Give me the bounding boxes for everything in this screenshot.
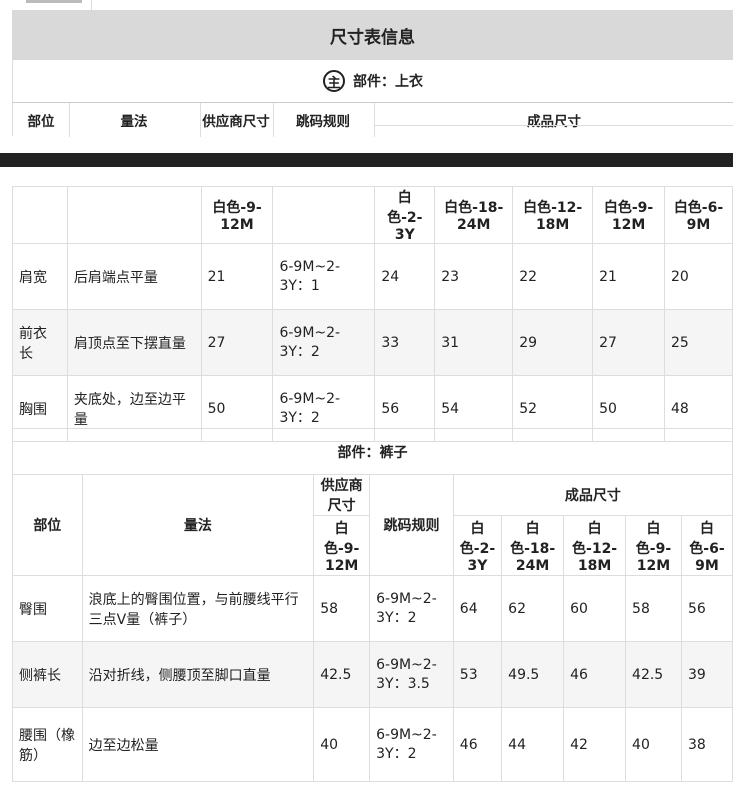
page-title: 尺寸表信息	[330, 27, 415, 48]
size-cell: 49.5	[501, 641, 565, 708]
col-header-supplier: 供应商尺寸	[202, 114, 270, 130]
pants-size-header: 白色-12-18M	[563, 515, 627, 576]
part-cell: 臀围	[12, 575, 83, 642]
shirt-size-header: 白色-9-12M	[592, 186, 666, 244]
pants-table: 部位 量法 供应商尺寸 跳码规则 成品尺寸 白色-9-12M 白色-2-3Y 白…	[12, 474, 733, 782]
table-row: 臀围 浪底上的臀围位置，与前腰线平行三点V量（裤子） 58 6-9M~2-3Y：…	[12, 575, 733, 642]
col-header-rule: 跳码规则	[369, 474, 454, 576]
col-header-method: 量法	[120, 114, 148, 130]
size-cell: 22	[512, 243, 594, 310]
size-cell: 56	[680, 575, 733, 642]
pants-size-header: 白色-18-24M	[501, 515, 565, 576]
shirt-size-header: 白色-2-3Y	[374, 186, 436, 244]
size-cell: 20	[664, 243, 733, 310]
size-cell: 29	[512, 309, 594, 376]
method-cell: 浪底上的臀围位置，与前腰线平行三点V量（裤子）	[81, 575, 315, 642]
top-table-header: 部位 量法 供应商尺寸 跳码规则 成品尺寸	[12, 102, 733, 137]
part-cell: 侧裤长	[12, 641, 83, 708]
size-cell: 64	[452, 575, 503, 642]
size-cell: 23	[434, 243, 514, 310]
section-divider	[0, 153, 733, 167]
col-header-method: 量法	[81, 474, 315, 576]
size-cell: 42	[563, 707, 627, 782]
table-row: 腰围（橡筋） 边至边松量 40 6-9M~2-3Y：2 46 44 42 40 …	[12, 707, 733, 782]
shirt-supplier-size: 白色-9-12M	[200, 186, 274, 244]
shirt-size-header: 白色-6-9M	[664, 186, 733, 244]
size-cell: 40	[625, 707, 682, 782]
size-cell: 39	[680, 641, 733, 708]
size-cell: 25	[664, 309, 733, 376]
size-cell: 46	[452, 707, 503, 782]
part-label-top-text: 部件：上衣	[353, 74, 423, 90]
size-cell: 62	[501, 575, 565, 642]
col-header-finished: 成品尺寸	[452, 474, 733, 516]
size-cell: 31	[434, 309, 514, 376]
pants-size-header: 白色-9-12M	[625, 515, 682, 576]
size-cell: 44	[501, 707, 565, 782]
size-cell: 21	[592, 243, 666, 310]
main-badge-icon: 主	[323, 70, 345, 92]
supplier-cell: 40	[313, 707, 371, 782]
shirt-table: 白色-9-12M 白色-2-3Y 白色-18-24M 白色-12-18M 白色-…	[12, 186, 733, 442]
shirt-header-row: 白色-9-12M 白色-2-3Y 白色-18-24M 白色-12-18M 白色-…	[12, 186, 733, 244]
size-cell: 42.5	[625, 641, 682, 708]
size-cell: 46	[563, 641, 627, 708]
rule-cell: 6-9M~2-3Y：2	[369, 707, 454, 782]
pants-header-row: 部位 量法 供应商尺寸 跳码规则 成品尺寸	[12, 474, 733, 576]
supplier-cell: 21	[200, 243, 274, 310]
pants-supplier-size: 白色-9-12M	[313, 515, 371, 576]
col-header-finished: 成品尺寸	[527, 114, 581, 130]
size-cell: 38	[680, 707, 733, 782]
col-header-part: 部位	[12, 474, 83, 576]
top-stub-mark	[26, 0, 82, 3]
size-cell: 27	[592, 309, 666, 376]
shirt-size-header: 白色-18-24M	[434, 186, 514, 244]
part-cell: 肩宽	[12, 243, 68, 310]
method-cell: 后肩端点平量	[66, 243, 202, 310]
rule-cell: 6-9M~2-3Y：1	[272, 243, 376, 310]
rule-cell: 6-9M~2-3Y：3.5	[369, 641, 454, 708]
part-label-pants: 部件：裤子	[12, 428, 733, 474]
method-cell: 边至边松量	[81, 707, 315, 782]
size-cell: 24	[374, 243, 436, 310]
supplier-cell: 27	[200, 309, 274, 376]
part-cell: 腰围（橡筋）	[12, 707, 83, 782]
supplier-cell: 58	[313, 575, 371, 642]
col-header-rule: 跳码规则	[296, 114, 350, 130]
method-cell: 沿对折线，侧腰顶至脚口直量	[81, 641, 315, 708]
rule-cell: 6-9M~2-3Y：2	[369, 575, 454, 642]
size-cell: 60	[563, 575, 627, 642]
col-header-supplier: 供应商尺寸	[313, 474, 371, 516]
pants-size-header: 白色-6-9M	[680, 515, 733, 576]
size-table-header: 尺寸表信息	[12, 10, 733, 60]
size-cell: 58	[625, 575, 682, 642]
table-row: 肩宽 后肩端点平量 21 6-9M~2-3Y：1 24 23 22 21 20	[12, 243, 733, 310]
col-header-part: 部位	[27, 114, 55, 130]
size-cell: 53	[452, 641, 503, 708]
pants-size-header: 白色-2-3Y	[452, 515, 503, 576]
table-row: 前衣长 肩顶点至下摆直量 27 6-9M~2-3Y：2 33 31 29 27 …	[12, 309, 733, 376]
part-cell: 前衣长	[12, 309, 68, 376]
part-label-top: 主 部件：上衣	[12, 60, 733, 102]
method-cell: 肩顶点至下摆直量	[66, 309, 202, 376]
supplier-cell: 42.5	[313, 641, 371, 708]
table-row: 侧裤长 沿对折线，侧腰顶至脚口直量 42.5 6-9M~2-3Y：3.5 53 …	[12, 641, 733, 708]
rule-cell: 6-9M~2-3Y：2	[272, 309, 376, 376]
shirt-size-header: 白色-12-18M	[512, 186, 594, 244]
size-cell: 33	[374, 309, 436, 376]
